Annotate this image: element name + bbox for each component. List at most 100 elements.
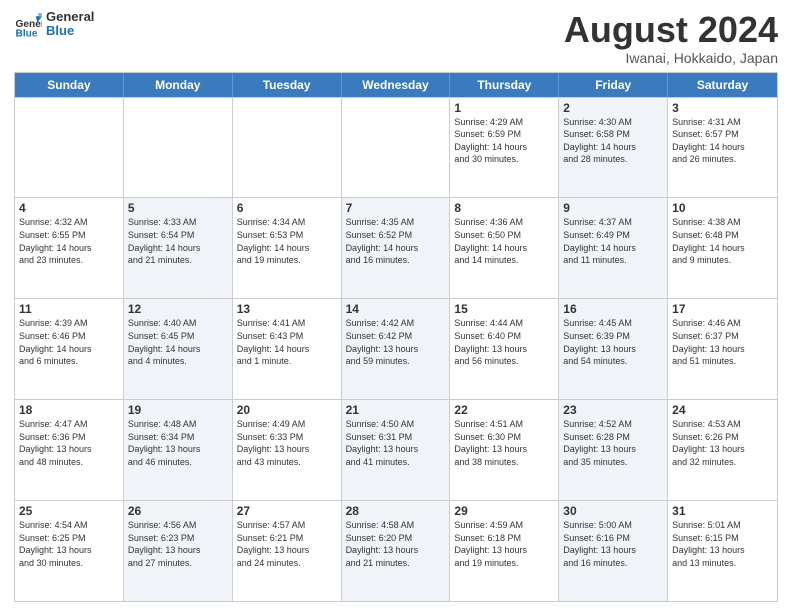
cal-cell-21: 21Sunrise: 4:50 AM Sunset: 6:31 PM Dayli… [342,400,451,500]
cal-cell-25: 25Sunrise: 4:54 AM Sunset: 6:25 PM Dayli… [15,501,124,601]
cal-header-thursday: Thursday [450,73,559,97]
day-info: Sunrise: 4:37 AM Sunset: 6:49 PM Dayligh… [563,216,663,266]
cal-cell-11: 11Sunrise: 4:39 AM Sunset: 6:46 PM Dayli… [15,299,124,399]
cal-cell-22: 22Sunrise: 4:51 AM Sunset: 6:30 PM Dayli… [450,400,559,500]
day-number: 21 [346,403,446,417]
cal-cell-10: 10Sunrise: 4:38 AM Sunset: 6:48 PM Dayli… [668,198,777,298]
day-info: Sunrise: 4:57 AM Sunset: 6:21 PM Dayligh… [237,519,337,569]
day-info: Sunrise: 4:51 AM Sunset: 6:30 PM Dayligh… [454,418,554,468]
cal-row-2: 11Sunrise: 4:39 AM Sunset: 6:46 PM Dayli… [15,298,777,399]
day-number: 13 [237,302,337,316]
cal-cell-4: 4Sunrise: 4:32 AM Sunset: 6:55 PM Daylig… [15,198,124,298]
day-number: 16 [563,302,663,316]
day-number: 25 [19,504,119,518]
cal-cell-18: 18Sunrise: 4:47 AM Sunset: 6:36 PM Dayli… [15,400,124,500]
cal-cell-26: 26Sunrise: 4:56 AM Sunset: 6:23 PM Dayli… [124,501,233,601]
day-info: Sunrise: 4:52 AM Sunset: 6:28 PM Dayligh… [563,418,663,468]
day-info: Sunrise: 4:35 AM Sunset: 6:52 PM Dayligh… [346,216,446,266]
day-info: Sunrise: 4:29 AM Sunset: 6:59 PM Dayligh… [454,116,554,166]
day-number: 10 [672,201,773,215]
day-info: Sunrise: 4:56 AM Sunset: 6:23 PM Dayligh… [128,519,228,569]
cal-cell-7: 7Sunrise: 4:35 AM Sunset: 6:52 PM Daylig… [342,198,451,298]
cal-cell-empty-0-3 [342,98,451,198]
day-info: Sunrise: 4:50 AM Sunset: 6:31 PM Dayligh… [346,418,446,468]
day-number: 26 [128,504,228,518]
day-info: Sunrise: 4:59 AM Sunset: 6:18 PM Dayligh… [454,519,554,569]
cal-cell-9: 9Sunrise: 4:37 AM Sunset: 6:49 PM Daylig… [559,198,668,298]
cal-cell-14: 14Sunrise: 4:42 AM Sunset: 6:42 PM Dayli… [342,299,451,399]
cal-cell-19: 19Sunrise: 4:48 AM Sunset: 6:34 PM Dayli… [124,400,233,500]
day-info: Sunrise: 4:42 AM Sunset: 6:42 PM Dayligh… [346,317,446,367]
cal-header-wednesday: Wednesday [342,73,451,97]
cal-cell-16: 16Sunrise: 4:45 AM Sunset: 6:39 PM Dayli… [559,299,668,399]
day-number: 24 [672,403,773,417]
main-title: August 2024 [564,10,778,50]
day-number: 4 [19,201,119,215]
cal-cell-23: 23Sunrise: 4:52 AM Sunset: 6:28 PM Dayli… [559,400,668,500]
day-number: 5 [128,201,228,215]
logo-icon: General Blue [14,10,42,38]
cal-cell-17: 17Sunrise: 4:46 AM Sunset: 6:37 PM Dayli… [668,299,777,399]
cal-cell-5: 5Sunrise: 4:33 AM Sunset: 6:54 PM Daylig… [124,198,233,298]
day-number: 3 [672,101,773,115]
day-info: Sunrise: 4:31 AM Sunset: 6:57 PM Dayligh… [672,116,773,166]
cal-header-sunday: Sunday [15,73,124,97]
cal-cell-15: 15Sunrise: 4:44 AM Sunset: 6:40 PM Dayli… [450,299,559,399]
day-info: Sunrise: 4:48 AM Sunset: 6:34 PM Dayligh… [128,418,228,468]
cal-cell-empty-0-1 [124,98,233,198]
svg-text:Blue: Blue [16,29,38,39]
header: General Blue General Blue August 2024 Iw… [14,10,778,66]
day-info: Sunrise: 4:46 AM Sunset: 6:37 PM Dayligh… [672,317,773,367]
day-number: 17 [672,302,773,316]
day-info: Sunrise: 4:53 AM Sunset: 6:26 PM Dayligh… [672,418,773,468]
title-block: August 2024 Iwanai, Hokkaido, Japan [564,10,778,66]
day-info: Sunrise: 4:47 AM Sunset: 6:36 PM Dayligh… [19,418,119,468]
day-number: 29 [454,504,554,518]
page: General Blue General Blue August 2024 Iw… [0,0,792,612]
cal-row-1: 4Sunrise: 4:32 AM Sunset: 6:55 PM Daylig… [15,197,777,298]
calendar: SundayMondayTuesdayWednesdayThursdayFrid… [14,72,778,602]
calendar-header: SundayMondayTuesdayWednesdayThursdayFrid… [15,73,777,97]
day-info: Sunrise: 5:01 AM Sunset: 6:15 PM Dayligh… [672,519,773,569]
day-number: 9 [563,201,663,215]
cal-cell-24: 24Sunrise: 4:53 AM Sunset: 6:26 PM Dayli… [668,400,777,500]
day-number: 19 [128,403,228,417]
cal-cell-31: 31Sunrise: 5:01 AM Sunset: 6:15 PM Dayli… [668,501,777,601]
cal-cell-28: 28Sunrise: 4:58 AM Sunset: 6:20 PM Dayli… [342,501,451,601]
day-number: 18 [19,403,119,417]
day-info: Sunrise: 4:39 AM Sunset: 6:46 PM Dayligh… [19,317,119,367]
day-number: 8 [454,201,554,215]
day-info: Sunrise: 4:58 AM Sunset: 6:20 PM Dayligh… [346,519,446,569]
day-number: 23 [563,403,663,417]
cal-cell-13: 13Sunrise: 4:41 AM Sunset: 6:43 PM Dayli… [233,299,342,399]
cal-cell-2: 2Sunrise: 4:30 AM Sunset: 6:58 PM Daylig… [559,98,668,198]
day-info: Sunrise: 4:32 AM Sunset: 6:55 PM Dayligh… [19,216,119,266]
day-number: 30 [563,504,663,518]
cal-cell-29: 29Sunrise: 4:59 AM Sunset: 6:18 PM Dayli… [450,501,559,601]
day-number: 1 [454,101,554,115]
day-number: 11 [19,302,119,316]
logo-line2: Blue [46,24,94,38]
day-number: 7 [346,201,446,215]
day-number: 15 [454,302,554,316]
day-info: Sunrise: 4:34 AM Sunset: 6:53 PM Dayligh… [237,216,337,266]
day-info: Sunrise: 4:33 AM Sunset: 6:54 PM Dayligh… [128,216,228,266]
cal-cell-27: 27Sunrise: 4:57 AM Sunset: 6:21 PM Dayli… [233,501,342,601]
day-info: Sunrise: 4:30 AM Sunset: 6:58 PM Dayligh… [563,116,663,166]
cal-cell-empty-0-2 [233,98,342,198]
day-info: Sunrise: 4:44 AM Sunset: 6:40 PM Dayligh… [454,317,554,367]
cal-header-tuesday: Tuesday [233,73,342,97]
cal-cell-3: 3Sunrise: 4:31 AM Sunset: 6:57 PM Daylig… [668,98,777,198]
cal-cell-30: 30Sunrise: 5:00 AM Sunset: 6:16 PM Dayli… [559,501,668,601]
day-info: Sunrise: 4:40 AM Sunset: 6:45 PM Dayligh… [128,317,228,367]
day-number: 22 [454,403,554,417]
day-number: 6 [237,201,337,215]
day-number: 27 [237,504,337,518]
subtitle: Iwanai, Hokkaido, Japan [564,50,778,66]
cal-cell-6: 6Sunrise: 4:34 AM Sunset: 6:53 PM Daylig… [233,198,342,298]
cal-row-4: 25Sunrise: 4:54 AM Sunset: 6:25 PM Dayli… [15,500,777,601]
cal-cell-empty-0-0 [15,98,124,198]
day-number: 20 [237,403,337,417]
day-info: Sunrise: 4:45 AM Sunset: 6:39 PM Dayligh… [563,317,663,367]
cal-header-saturday: Saturday [668,73,777,97]
